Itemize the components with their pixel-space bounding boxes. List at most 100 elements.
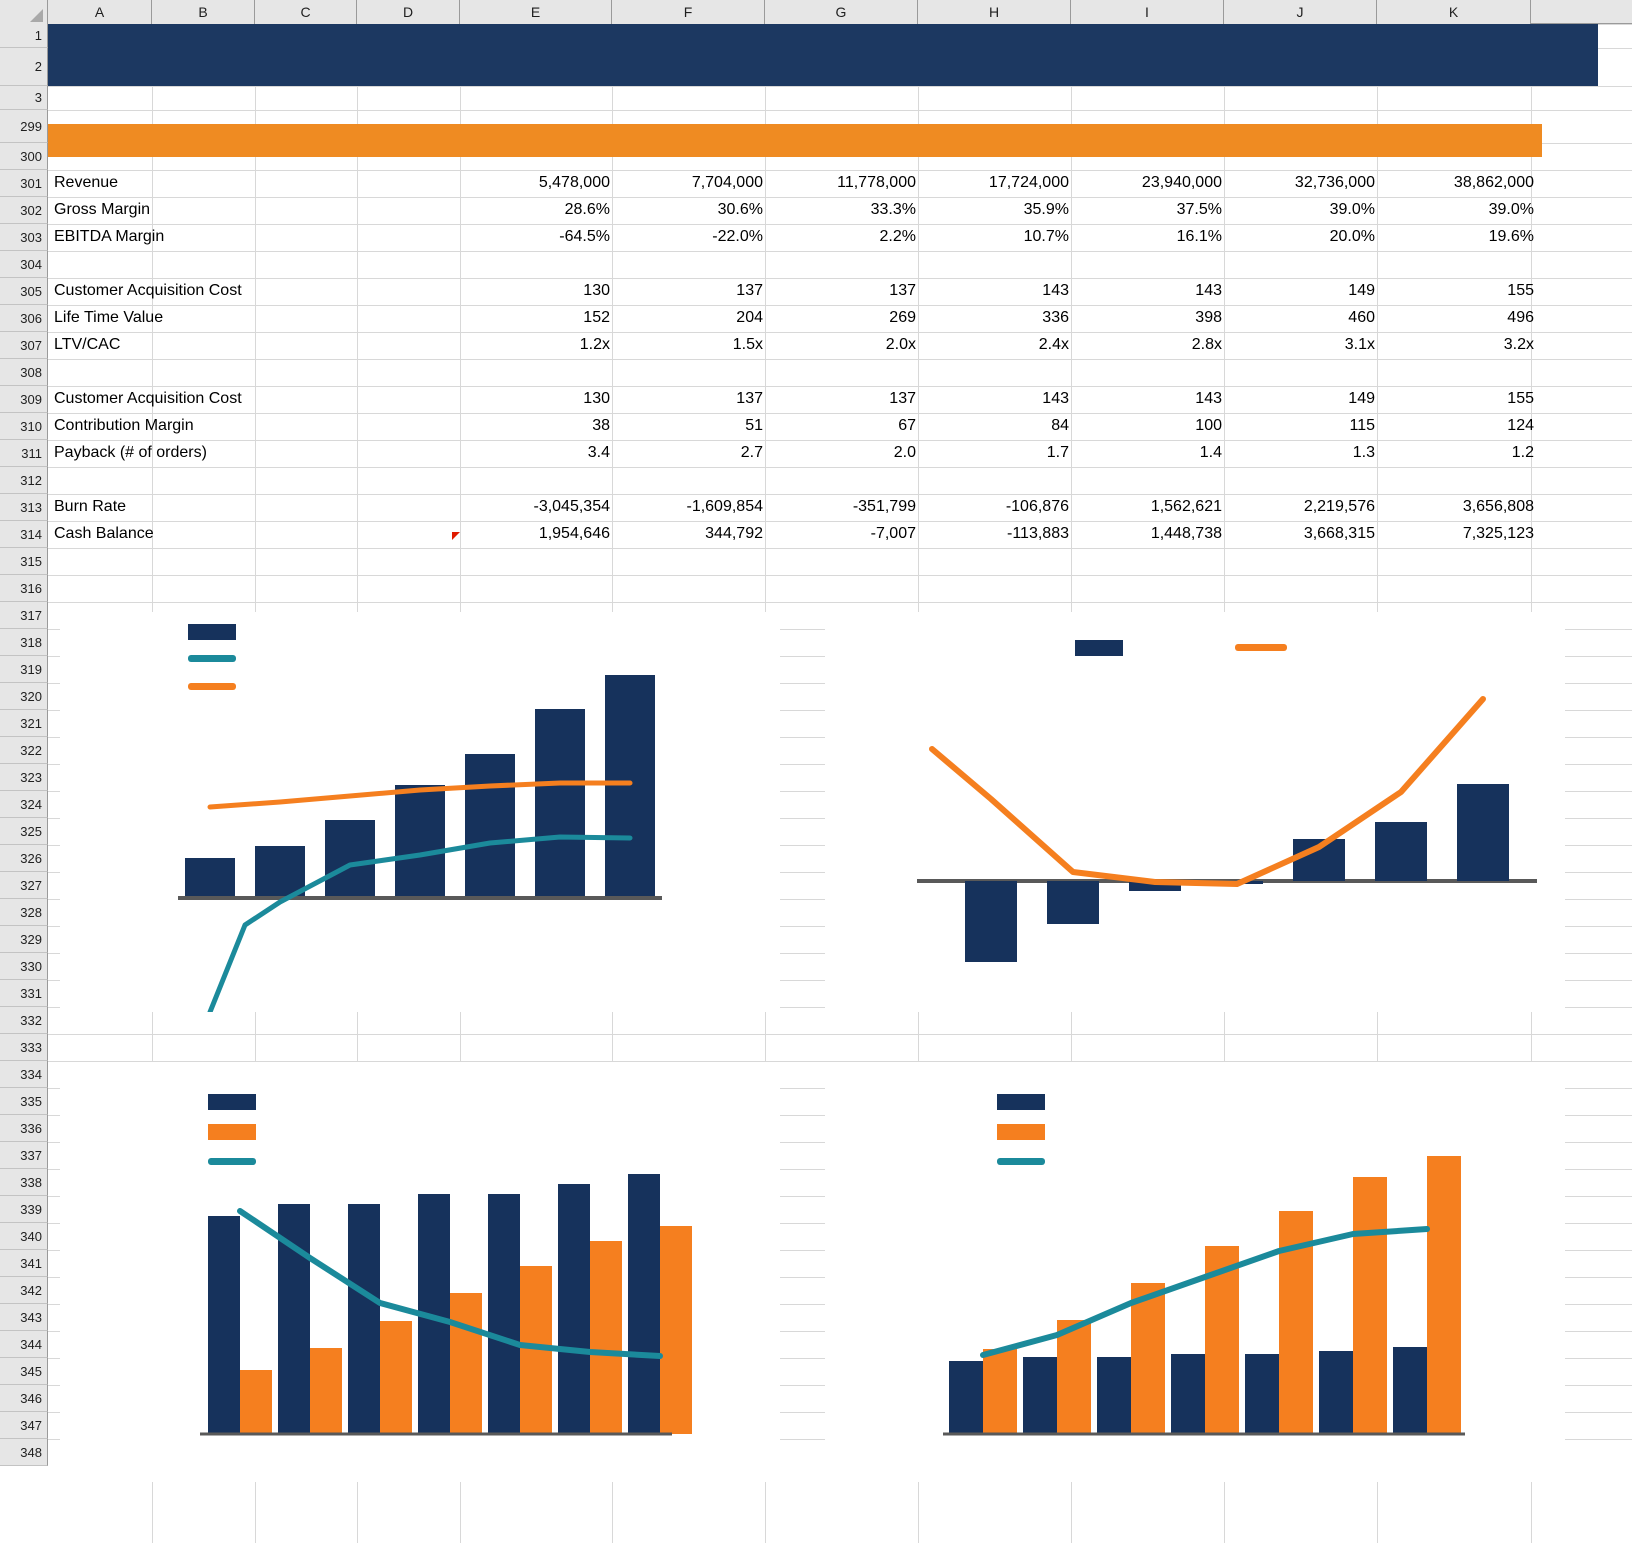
row-header-321[interactable]: 321 xyxy=(0,710,48,737)
cell-302-2020[interactable]: 37.5% xyxy=(1074,201,1222,219)
cell-301-2017[interactable]: 7,704,000 xyxy=(615,174,763,192)
cell-310-2018[interactable]: 67 xyxy=(768,417,916,435)
cell-305-2018[interactable]: 137 xyxy=(768,282,916,300)
cell-309-2020[interactable]: 143 xyxy=(1074,390,1222,408)
cell-307-2020[interactable]: 2.8x xyxy=(1074,336,1222,354)
row-header-344[interactable]: 344 xyxy=(0,1331,48,1358)
cell-302-2016[interactable]: 28.6% xyxy=(462,201,610,219)
cell-314-2019[interactable]: -113,883 xyxy=(921,525,1069,543)
row-header-341[interactable]: 341 xyxy=(0,1250,48,1277)
column-header-H[interactable]: H xyxy=(918,0,1071,24)
row-header-342[interactable]: 342 xyxy=(0,1277,48,1304)
cell-306-2022[interactable]: 496 xyxy=(1380,309,1534,327)
column-header-E[interactable]: E xyxy=(460,0,612,24)
row-header-309[interactable]: 309 xyxy=(0,386,48,413)
column-header-C[interactable]: C xyxy=(255,0,357,24)
cell-301-2018[interactable]: 11,778,000 xyxy=(768,174,916,192)
cell-309-2017[interactable]: 137 xyxy=(615,390,763,408)
cell-307-2017[interactable]: 1.5x xyxy=(615,336,763,354)
cell-303-2018[interactable]: 2.2% xyxy=(768,228,916,246)
select-all-corner[interactable] xyxy=(0,0,48,24)
cell-307-2016[interactable]: 1.2x xyxy=(462,336,610,354)
cell-309-2018[interactable]: 137 xyxy=(768,390,916,408)
row-header-325[interactable]: 325 xyxy=(0,818,48,845)
column-header-D[interactable]: D xyxy=(357,0,460,24)
cell-313-2021[interactable]: 2,219,576 xyxy=(1227,498,1375,516)
column-header-A[interactable]: A xyxy=(48,0,152,24)
cell-301-2016[interactable]: 5,478,000 xyxy=(462,174,610,192)
row-header-330[interactable]: 330 xyxy=(0,953,48,980)
row-header-319[interactable]: 319 xyxy=(0,656,48,683)
cell-309-2022[interactable]: 155 xyxy=(1380,390,1534,408)
column-header-J[interactable]: J xyxy=(1224,0,1377,24)
row-header-324[interactable]: 324 xyxy=(0,791,48,818)
cell-313-2020[interactable]: 1,562,621 xyxy=(1074,498,1222,516)
row-header-335[interactable]: 335 xyxy=(0,1088,48,1115)
row-header-338[interactable]: 338 xyxy=(0,1169,48,1196)
cell-311-2019[interactable]: 1.7 xyxy=(921,444,1069,462)
cell-310-2016[interactable]: 38 xyxy=(462,417,610,435)
row-header-327[interactable]: 327 xyxy=(0,872,48,899)
cell-303-2020[interactable]: 16.1% xyxy=(1074,228,1222,246)
cell-306-2020[interactable]: 398 xyxy=(1074,309,1222,327)
row-header-320[interactable]: 320 xyxy=(0,683,48,710)
chart-cac-payback[interactable] xyxy=(60,1062,780,1482)
cell-306-2021[interactable]: 460 xyxy=(1227,309,1375,327)
row-header-312[interactable]: 312 xyxy=(0,467,48,494)
cell-311-2022[interactable]: 1.2 xyxy=(1380,444,1534,462)
column-header-G[interactable]: G xyxy=(765,0,918,24)
row-header-316[interactable]: 316 xyxy=(0,575,48,602)
cell-310-2020[interactable]: 100 xyxy=(1074,417,1222,435)
cell-311-2018[interactable]: 2.0 xyxy=(768,444,916,462)
row-header-343[interactable]: 343 xyxy=(0,1304,48,1331)
row-header-308[interactable]: 308 xyxy=(0,359,48,386)
cell-303-2019[interactable]: 10.7% xyxy=(921,228,1069,246)
cell-314-2016[interactable]: 1,954,646 xyxy=(462,525,610,543)
cell-311-2021[interactable]: 1.3 xyxy=(1227,444,1375,462)
cell-309-2019[interactable]: 143 xyxy=(921,390,1069,408)
row-header-302[interactable]: 302 xyxy=(0,197,48,224)
cell-305-2016[interactable]: 130 xyxy=(462,282,610,300)
cell-302-2019[interactable]: 35.9% xyxy=(921,201,1069,219)
row-header-337[interactable]: 337 xyxy=(0,1142,48,1169)
row-header-347[interactable]: 347 xyxy=(0,1412,48,1439)
row-header-336[interactable]: 336 xyxy=(0,1115,48,1142)
cell-311-2016[interactable]: 3.4 xyxy=(462,444,610,462)
cell-302-2021[interactable]: 39.0% xyxy=(1227,201,1375,219)
cell-314-2018[interactable]: -7,007 xyxy=(768,525,916,543)
cell-307-2021[interactable]: 3.1x xyxy=(1227,336,1375,354)
row-header-329[interactable]: 329 xyxy=(0,926,48,953)
cell-305-2020[interactable]: 143 xyxy=(1074,282,1222,300)
row-header-311[interactable]: 311 xyxy=(0,440,48,467)
row-header-307[interactable]: 307 xyxy=(0,332,48,359)
row-header-346[interactable]: 346 xyxy=(0,1385,48,1412)
row-header-3[interactable]: 3 xyxy=(0,86,48,110)
cell-301-2020[interactable]: 23,940,000 xyxy=(1074,174,1222,192)
row-header-328[interactable]: 328 xyxy=(0,899,48,926)
row-header-304[interactable]: 304 xyxy=(0,251,48,278)
cell-305-2021[interactable]: 149 xyxy=(1227,282,1375,300)
row-header-322[interactable]: 322 xyxy=(0,737,48,764)
cell-305-2022[interactable]: 155 xyxy=(1380,282,1534,300)
row-header-332[interactable]: 332 xyxy=(0,1007,48,1034)
cell-301-2021[interactable]: 32,736,000 xyxy=(1227,174,1375,192)
row-header-300[interactable]: 300 xyxy=(0,143,48,170)
cell-314-2020[interactable]: 1,448,738 xyxy=(1074,525,1222,543)
cell-305-2017[interactable]: 137 xyxy=(615,282,763,300)
row-header-340[interactable]: 340 xyxy=(0,1223,48,1250)
cell-311-2020[interactable]: 1.4 xyxy=(1074,444,1222,462)
row-header-306[interactable]: 306 xyxy=(0,305,48,332)
cell-314-2022[interactable]: 7,325,123 xyxy=(1380,525,1534,543)
cell-305-2019[interactable]: 143 xyxy=(921,282,1069,300)
row-header-299[interactable]: 299 xyxy=(0,110,48,143)
cell-301-2022[interactable]: 38,862,000 xyxy=(1380,174,1534,192)
cell-314-2017[interactable]: 344,792 xyxy=(615,525,763,543)
cell-313-2022[interactable]: 3,656,808 xyxy=(1380,498,1534,516)
row-header-348[interactable]: 348 xyxy=(0,1439,48,1466)
cell-307-2018[interactable]: 2.0x xyxy=(768,336,916,354)
row-header-334[interactable]: 334 xyxy=(0,1061,48,1088)
cell-310-2021[interactable]: 115 xyxy=(1227,417,1375,435)
cell-313-2019[interactable]: -106,876 xyxy=(921,498,1069,516)
row-header-1[interactable]: 1 xyxy=(0,24,48,48)
chart-ltv-cac[interactable] xyxy=(825,1062,1565,1482)
